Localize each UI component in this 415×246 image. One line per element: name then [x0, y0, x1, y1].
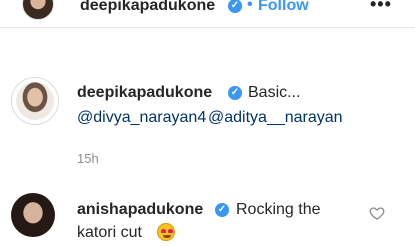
caption-timestamp[interactable]: 15h [77, 151, 99, 166]
comment-text: Rocking the [236, 201, 321, 218]
avatar-image [16, 82, 54, 120]
comment-avatar[interactable] [11, 193, 55, 237]
heart-outline-icon[interactable] [369, 205, 385, 221]
header-avatar[interactable] [22, 0, 54, 20]
follow-button[interactable]: Follow [258, 0, 309, 15]
header-username[interactable]: deepikapadukone [80, 0, 215, 15]
post-header: deepikapadukone ✓ • Follow ••• [0, 0, 415, 28]
verified-badge-icon: ✓ [215, 203, 229, 217]
heart-eyes-emoji-icon [157, 223, 175, 241]
comment-text-continued: katori cut [77, 224, 142, 241]
comment-username[interactable]: anishapadukone [77, 201, 203, 219]
mention-link[interactable]: @divya_narayan4 [77, 109, 206, 127]
caption-text: Basic... [248, 84, 301, 101]
more-options-icon[interactable]: ••• [370, 0, 392, 15]
header-separator: • [247, 0, 253, 13]
caption-avatar[interactable] [11, 77, 59, 125]
verified-badge-icon: ✓ [228, 86, 242, 100]
mention-link[interactable]: @aditya__narayan [208, 109, 343, 127]
verified-badge-icon: ✓ [228, 0, 242, 13]
caption-username[interactable]: deepikapadukone [77, 84, 212, 102]
